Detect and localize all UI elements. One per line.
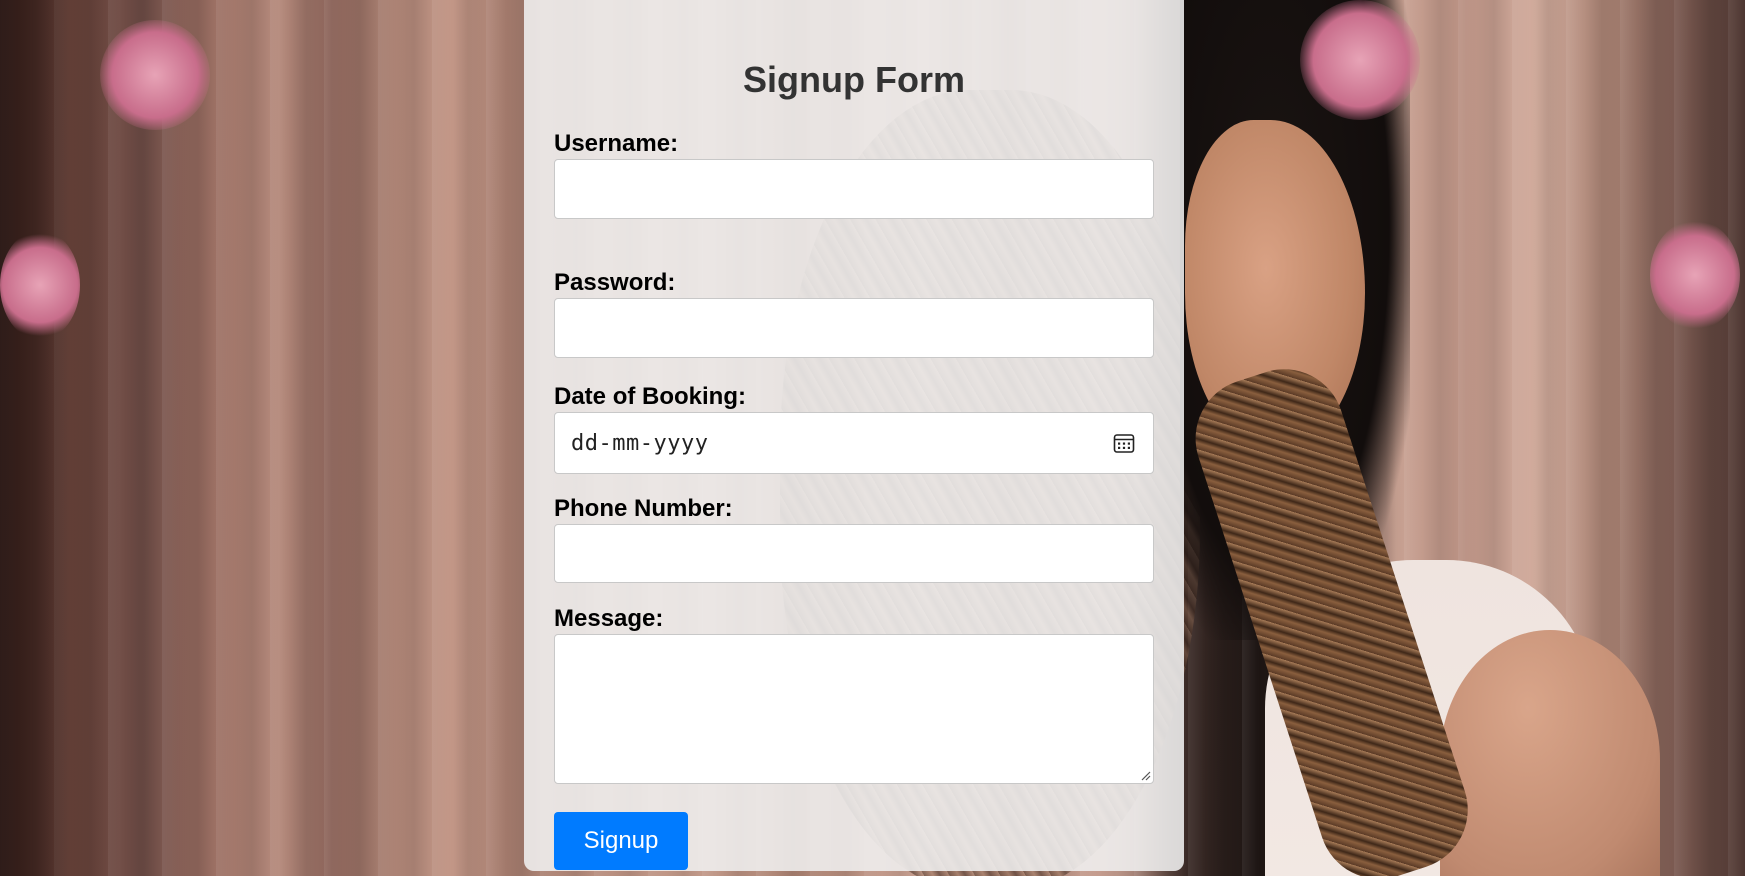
date-placeholder: dd-mm-yyyy (571, 431, 709, 456)
signup-button[interactable]: Signup (554, 812, 688, 870)
password-field-group: Password: (554, 269, 1154, 358)
username-field-group: Username: (554, 130, 1154, 219)
phone-number-label: Phone Number: (554, 495, 733, 522)
date-of-booking-input[interactable]: dd-mm-yyyy (554, 412, 1154, 474)
date-of-booking-label: Date of Booking: (554, 383, 746, 410)
username-label: Username: (554, 130, 679, 157)
username-input[interactable] (554, 159, 1154, 219)
calendar-icon[interactable] (1113, 432, 1135, 454)
phone-field-group: Phone Number: (554, 495, 1154, 583)
resize-handle-icon[interactable] (1139, 769, 1151, 781)
form-title: Signup Form (743, 59, 965, 100)
message-label: Message: (554, 605, 664, 632)
message-field-group: Message: (554, 605, 1154, 784)
password-label: Password: (554, 269, 676, 296)
signup-form-card: Signup Form Username: Password: Date of … (524, 0, 1184, 871)
message-textarea[interactable] (554, 634, 1154, 784)
password-input[interactable] (554, 298, 1154, 358)
date-field-group: Date of Booking: dd-mm-yyyy (554, 383, 1154, 474)
phone-number-input[interactable] (554, 524, 1154, 583)
